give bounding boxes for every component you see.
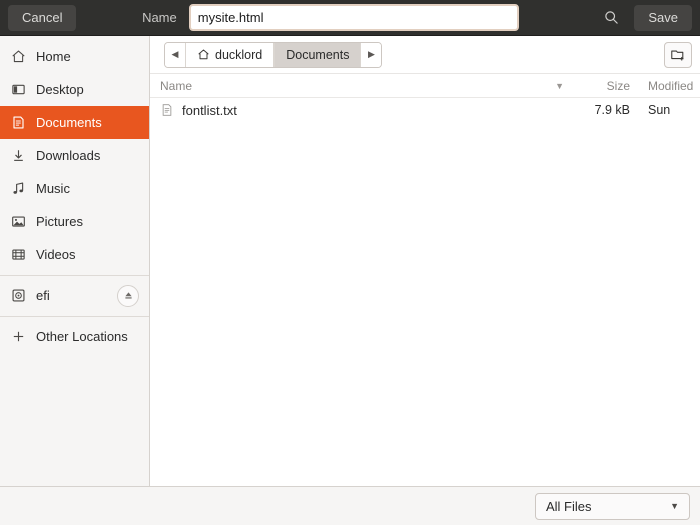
name-label: Name	[142, 10, 177, 25]
chevron-down-icon: ▼	[670, 501, 679, 511]
file-name-label: fontlist.txt	[182, 102, 237, 118]
save-file-dialog: Cancel Name Save	[0, 0, 700, 525]
eject-icon	[124, 292, 132, 299]
document-icon	[10, 115, 26, 131]
file-type-filter-dropdown[interactable]: All Files ▼	[535, 492, 690, 520]
search-button[interactable]	[596, 5, 626, 31]
picture-icon	[10, 214, 26, 230]
sidebar-item-videos[interactable]: Videos	[0, 238, 149, 271]
column-headers: Name ▼ Size Modified	[150, 74, 700, 98]
header-right-actions: Save	[584, 4, 692, 31]
sidebar-item-home[interactable]: Home	[0, 40, 149, 73]
sidebar-label: Other Locations	[36, 329, 128, 344]
new-folder-icon	[671, 50, 684, 61]
sidebar-item-downloads[interactable]: Downloads	[0, 139, 149, 172]
breadcrumb: ◀ ducklord Documents ▶	[164, 41, 383, 68]
sidebar-label: efi	[36, 288, 50, 303]
column-header-size[interactable]: Size	[576, 79, 638, 93]
plus-icon	[10, 329, 26, 345]
file-browser-area: ◀ ducklord Documents ▶ Name ▼ Size Modif…	[150, 36, 700, 486]
sidebar-label: Documents	[36, 115, 102, 130]
sidebar-label: Desktop	[36, 82, 84, 97]
breadcrumb-forward-button[interactable]: ▶	[361, 42, 382, 67]
breadcrumb-item-ducklord[interactable]: ducklord	[185, 42, 275, 67]
home-icon	[198, 49, 209, 60]
filename-input[interactable]	[197, 6, 510, 29]
sidebar-label: Music	[36, 181, 70, 196]
table-row[interactable]: fontlist.txt 7.9 kB Sun	[150, 98, 700, 122]
eject-button[interactable]	[117, 284, 139, 307]
disk-icon	[10, 288, 26, 304]
sort-descending-icon: ▼	[555, 80, 564, 91]
sidebar-item-efi[interactable]: efi	[0, 279, 149, 312]
sidebar-item-desktop[interactable]: Desktop	[0, 73, 149, 106]
cancel-button[interactable]: Cancel	[8, 4, 77, 31]
header-bar: Cancel Name Save	[0, 0, 700, 36]
sidebar-item-documents[interactable]: Documents	[0, 106, 149, 139]
download-icon	[10, 148, 26, 164]
path-bar: ◀ ducklord Documents ▶	[150, 36, 700, 74]
text-file-icon	[162, 104, 172, 116]
places-sidebar: Home Desktop Documents Downloads Music P…	[0, 36, 150, 486]
breadcrumb-label: ducklord	[215, 47, 263, 62]
file-name-cell: fontlist.txt	[150, 103, 576, 118]
column-header-name-label: Name	[160, 78, 193, 93]
breadcrumb-item-documents[interactable]: Documents	[274, 42, 362, 67]
sidebar-separator	[0, 316, 149, 317]
file-size-cell: 7.9 kB	[594, 103, 630, 117]
sidebar-item-pictures[interactable]: Pictures	[0, 205, 149, 238]
music-icon	[10, 181, 26, 197]
search-icon	[605, 11, 618, 24]
sidebar-label: Videos	[36, 247, 76, 262]
file-list: fontlist.txt 7.9 kB Sun	[150, 98, 700, 486]
breadcrumb-label: Documents	[286, 47, 350, 62]
column-header-name[interactable]: Name ▼	[150, 79, 576, 93]
dialog-footer: All Files ▼	[0, 487, 700, 525]
sidebar-label: Downloads	[36, 148, 101, 163]
dialog-body: Home Desktop Documents Downloads Music P…	[0, 36, 700, 487]
video-icon	[10, 247, 26, 263]
file-type-filter-label: All Files	[546, 498, 592, 514]
file-modified-cell: Sun	[648, 103, 671, 117]
sidebar-separator	[0, 275, 149, 276]
sidebar-label: Home	[36, 49, 71, 64]
sidebar-label: Pictures	[36, 214, 83, 229]
sidebar-item-other-locations[interactable]: Other Locations	[0, 320, 149, 353]
home-icon	[10, 49, 26, 65]
column-header-modified[interactable]: Modified	[638, 79, 700, 93]
create-folder-button[interactable]	[664, 41, 692, 68]
filename-input-wrapper[interactable]	[188, 4, 519, 31]
sidebar-item-music[interactable]: Music	[0, 172, 149, 205]
breadcrumb-back-button[interactable]: ◀	[165, 42, 185, 67]
save-button[interactable]: Save	[634, 4, 692, 31]
desktop-icon	[10, 82, 26, 98]
